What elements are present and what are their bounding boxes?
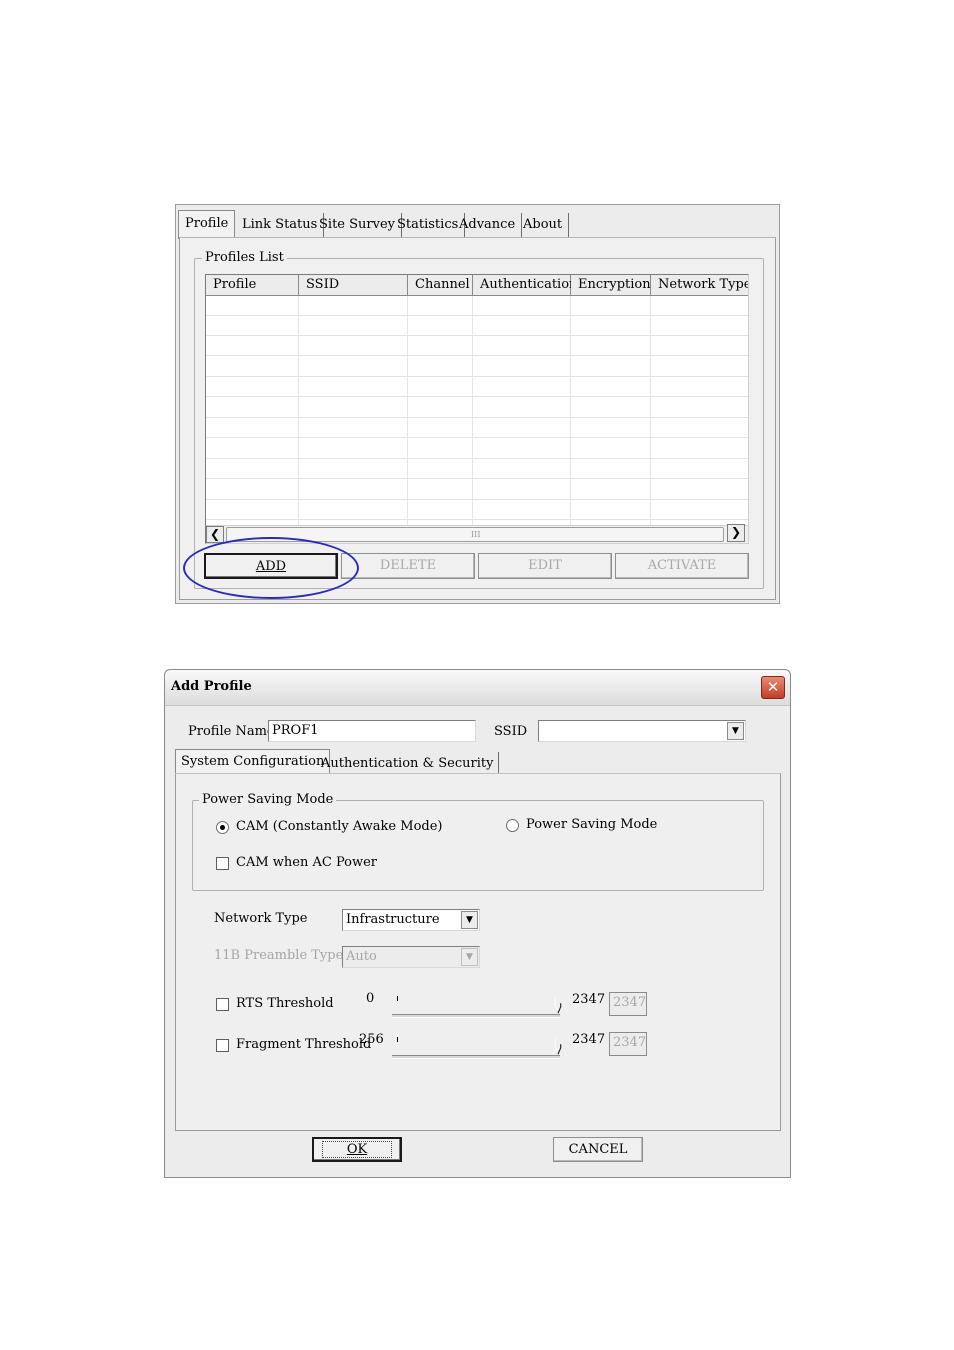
rts-max-label: 2347 <box>572 992 606 1007</box>
scroll-left-icon[interactable]: ❮ <box>206 526 224 543</box>
rts-slider-thumb[interactable] <box>554 996 562 1014</box>
chevron-down-icon[interactable]: ▼ <box>727 722 744 740</box>
column-header-network-type[interactable]: Network Type <box>651 275 748 296</box>
activate-button[interactable]: ACTIVATE <box>615 553 749 579</box>
slider-tick <box>397 1037 398 1042</box>
tab-link-status[interactable]: Link Status <box>236 213 325 237</box>
table-row[interactable] <box>206 336 748 356</box>
tab-site-survey[interactable]: Site Survey <box>313 213 402 237</box>
table-row[interactable] <box>206 418 748 438</box>
power-saving-radio[interactable] <box>506 819 519 832</box>
preamble-type-label: 11B Preamble Type <box>214 948 344 963</box>
add-profile-dialog: Add Profile ✕ Profile Name PROF1 SSID ▼ … <box>164 669 791 1178</box>
scroll-grip-icon: III <box>471 530 481 539</box>
ok-button[interactable]: OK <box>312 1137 402 1162</box>
cam-radio[interactable] <box>216 821 229 834</box>
profile-panel: Profile Link Status Site Survey Statisti… <box>175 204 780 604</box>
scroll-right-icon[interactable]: ❯ <box>727 524 745 542</box>
power-saving-label: Power Saving Mode <box>526 817 658 832</box>
rts-min-label: 0 <box>366 991 375 1006</box>
close-icon[interactable]: ✕ <box>761 676 785 699</box>
cam-label: CAM (Constantly Awake Mode) <box>236 819 443 834</box>
dialog-titlebar[interactable]: Add Profile ✕ <box>165 670 790 706</box>
preamble-type-select[interactable]: Auto ▼ <box>342 946 480 968</box>
table-row[interactable] <box>206 439 748 459</box>
network-type-label: Network Type <box>214 911 308 926</box>
table-row[interactable] <box>206 377 748 397</box>
fragment-slider-thumb[interactable] <box>554 1037 562 1055</box>
network-type-select[interactable]: Infrastructure ▼ <box>342 909 480 931</box>
column-header-authentication[interactable]: Authentication <box>473 275 577 296</box>
fragment-min-label: 256 <box>359 1032 384 1047</box>
rts-value-field[interactable]: 2347 <box>609 992 647 1016</box>
column-header-encryption[interactable]: Encryption <box>571 275 651 296</box>
profile-name-label: Profile Name <box>188 724 275 739</box>
tab-profile[interactable]: Profile <box>178 210 236 239</box>
table-row[interactable] <box>206 459 748 479</box>
chevron-down-icon[interactable]: ▼ <box>461 911 478 929</box>
fragment-value-field[interactable]: 2347 <box>609 1032 647 1056</box>
column-header-profile[interactable]: Profile <box>206 275 299 296</box>
rts-slider-track[interactable] <box>392 1014 560 1018</box>
fragment-max-label: 2347 <box>572 1032 606 1047</box>
profile-name-input[interactable]: PROF1 <box>268 720 476 742</box>
fragment-threshold-checkbox[interactable] <box>216 1039 229 1052</box>
add-button-highlight <box>183 537 359 599</box>
power-saving-group-label: Power Saving Mode <box>199 792 337 808</box>
power-saving-group <box>192 800 764 891</box>
tab-about[interactable]: About <box>517 213 570 237</box>
fragment-slider-track[interactable] <box>392 1055 560 1059</box>
table-row[interactable] <box>206 398 748 418</box>
ssid-combobox[interactable]: ▼ <box>538 720 746 742</box>
network-type-value: Infrastructure <box>346 912 440 927</box>
fragment-threshold-label: Fragment Threshold <box>236 1037 372 1052</box>
preamble-type-value: Auto <box>346 949 377 964</box>
cam-ac-power-checkbox[interactable] <box>216 857 229 870</box>
column-header-ssid[interactable]: SSID <box>299 275 408 296</box>
delete-button[interactable]: DELETE <box>341 553 475 579</box>
slider-tick <box>397 996 398 1001</box>
edit-button[interactable]: EDIT <box>478 553 612 579</box>
table-row[interactable] <box>206 480 748 500</box>
ssid-label: SSID <box>494 724 528 739</box>
tab-system-configuration[interactable]: System Configuration <box>175 749 331 774</box>
table-row[interactable] <box>206 316 748 336</box>
table-row[interactable] <box>206 357 748 377</box>
cancel-button[interactable]: CANCEL <box>553 1137 643 1162</box>
rts-threshold-checkbox[interactable] <box>216 998 229 1011</box>
rts-threshold-label: RTS Threshold <box>236 996 334 1011</box>
cam-ac-power-label: CAM when AC Power <box>236 855 378 870</box>
chevron-down-icon[interactable]: ▼ <box>461 948 478 966</box>
dialog-title: Add Profile <box>171 679 252 694</box>
table-row[interactable] <box>206 500 748 520</box>
table-row[interactable] <box>206 296 748 316</box>
column-header-channel[interactable]: Channel <box>408 275 473 296</box>
tab-advance[interactable]: Advance <box>453 213 523 237</box>
profiles-table[interactable]: Profile SSID Channel Authentication Encr… <box>205 274 749 544</box>
profiles-list-label: Profiles List <box>202 250 287 266</box>
